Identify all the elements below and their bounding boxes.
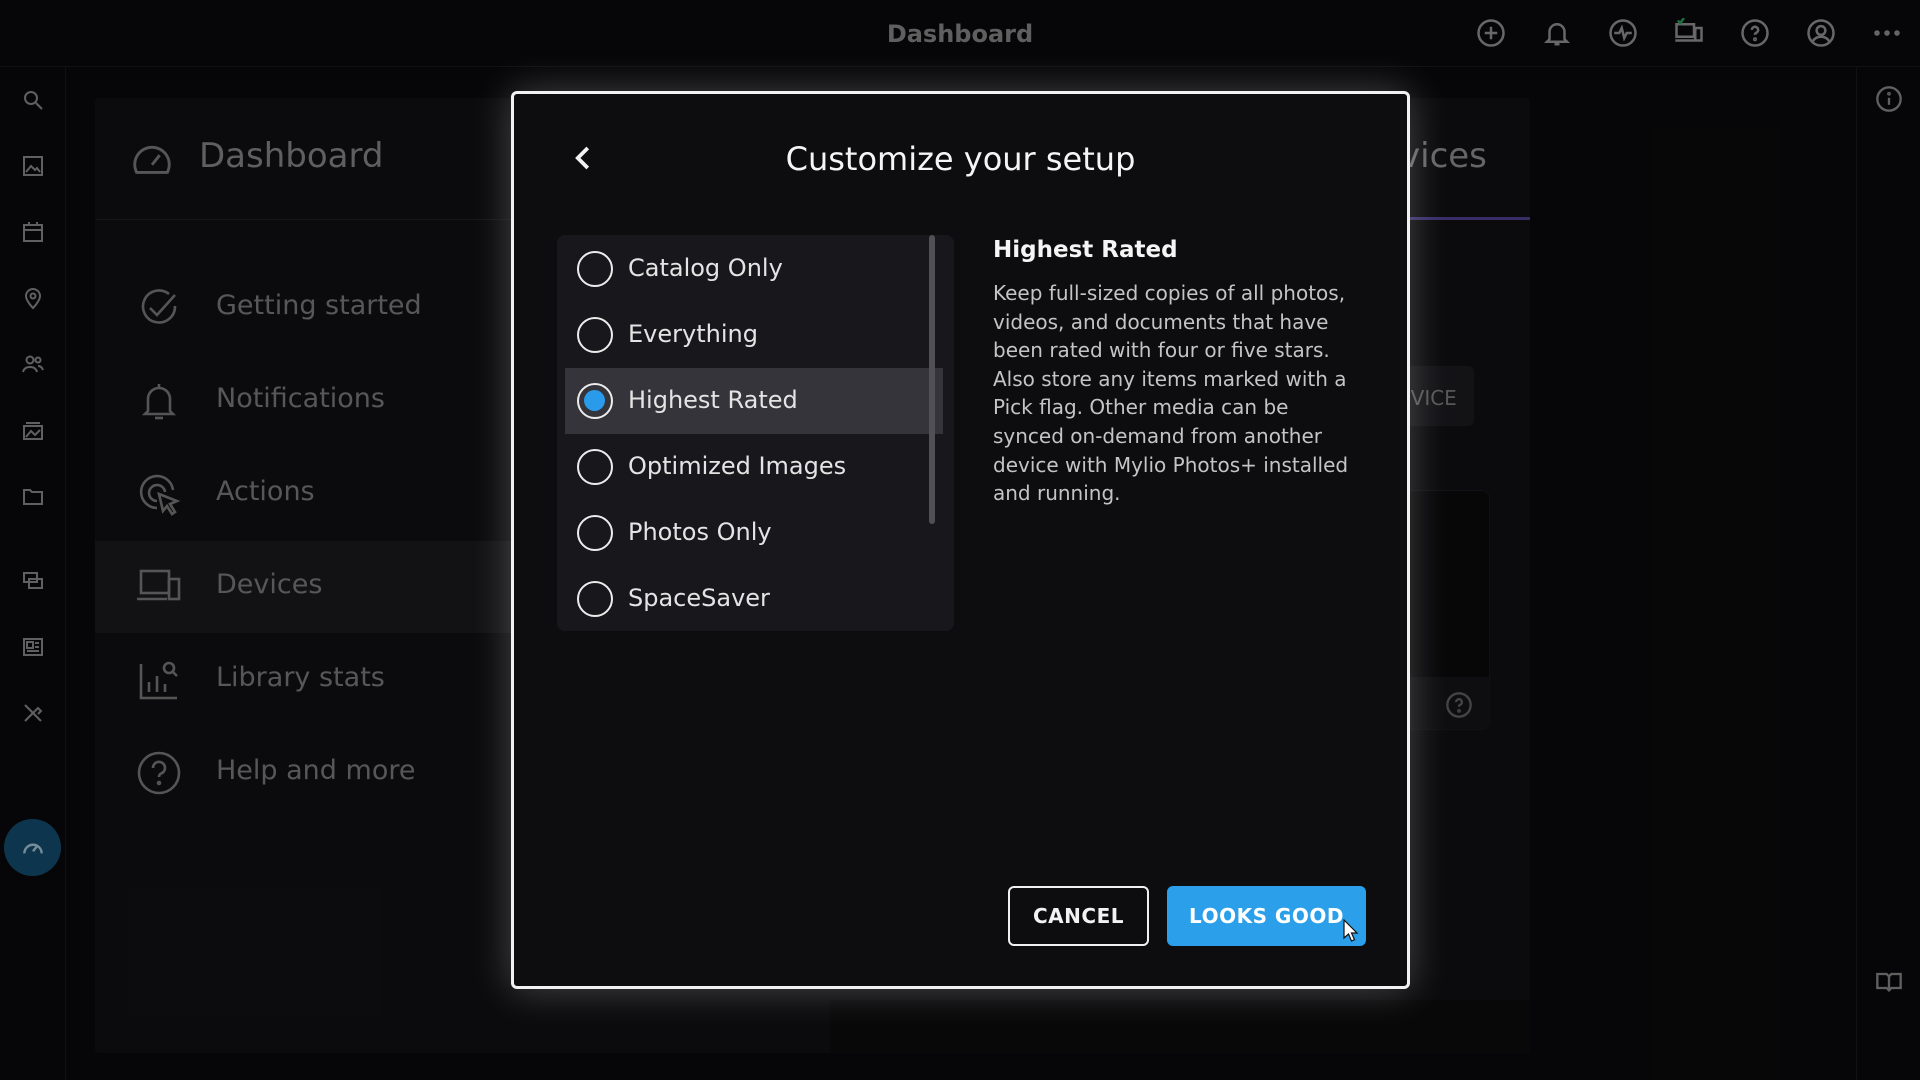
option-label: SpaceSaver <box>628 584 770 612</box>
option-optimized-images[interactable]: Optimized Images <box>565 434 943 500</box>
radio-button[interactable] <box>577 449 613 485</box>
looks-good-button[interactable]: LOOKS GOOD <box>1167 886 1366 946</box>
option-spacesaver[interactable]: SpaceSaver <box>565 566 943 631</box>
option-photos-only[interactable]: Photos Only <box>565 500 943 566</box>
option-label: Highest Rated <box>628 386 798 414</box>
radio-button[interactable] <box>577 317 613 353</box>
option-description-body: Keep full-sized copies of all photos, vi… <box>993 281 1349 506</box>
option-label: Catalog Only <box>628 254 783 282</box>
option-label: Optimized Images <box>628 452 847 480</box>
setup-option-list: Catalog Only Everything Highest Rated Op… <box>557 235 954 631</box>
option-description-title: Highest Rated <box>993 237 1178 263</box>
option-highest-rated[interactable]: Highest Rated <box>565 368 943 434</box>
radio-button[interactable] <box>577 251 613 287</box>
cancel-button[interactable]: CANCEL <box>1008 886 1149 946</box>
mouse-cursor-icon <box>1343 919 1359 942</box>
customize-setup-dialog: Customize your setup Catalog Only Everyt… <box>511 91 1410 989</box>
radio-button[interactable] <box>577 581 613 617</box>
dialog-title: Customize your setup <box>785 140 1136 178</box>
radio-button[interactable] <box>577 515 613 551</box>
option-list-scrollbar[interactable] <box>929 235 935 524</box>
option-catalog-only[interactable]: Catalog Only <box>565 236 943 302</box>
option-everything[interactable]: Everything <box>565 302 943 368</box>
radio-button-selected[interactable] <box>577 383 613 419</box>
option-label: Everything <box>628 320 758 348</box>
option-label: Photos Only <box>628 518 772 546</box>
